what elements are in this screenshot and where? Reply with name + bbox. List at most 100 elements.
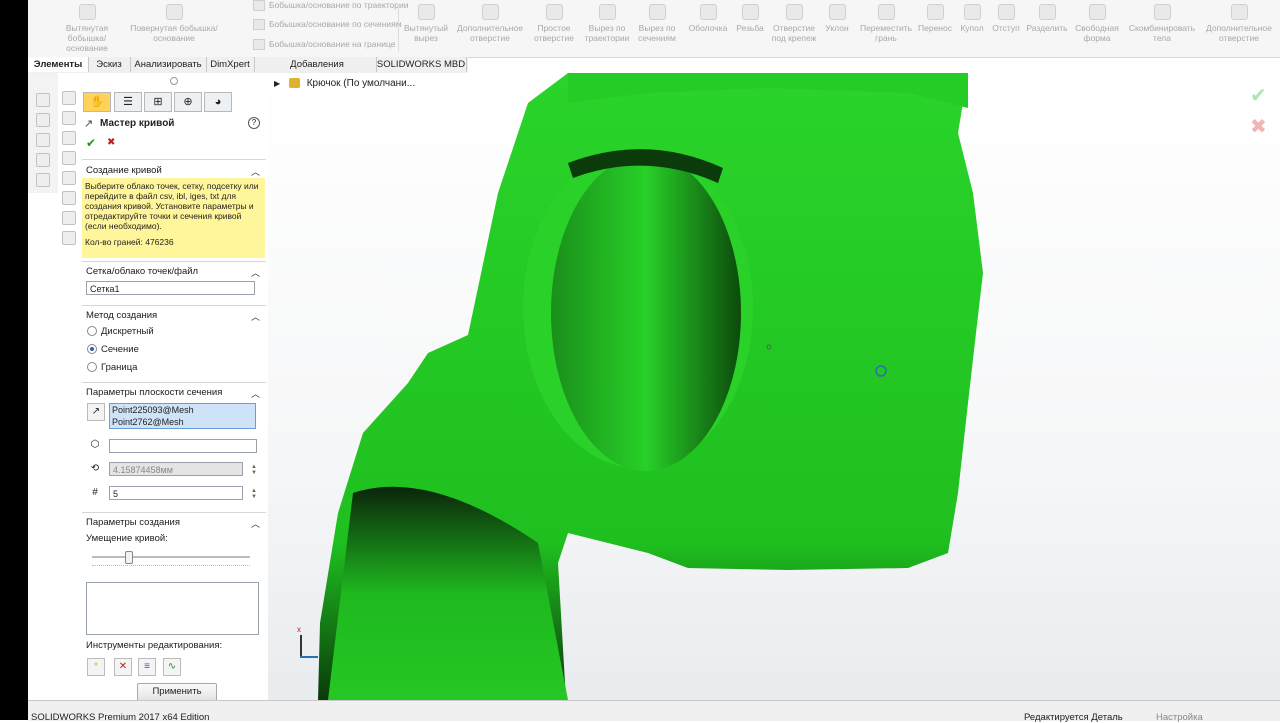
slider-thumb[interactable] [125,551,133,564]
radio-boundary[interactable]: Граница [87,362,137,373]
sketch-tool-icon[interactable] [36,153,50,167]
edit-curve-icon[interactable]: ∿ [163,658,181,676]
ribbon-indent[interactable]: Отступ [988,4,1024,33]
extrude-boss-icon [78,4,96,20]
distance-spinner[interactable]: ▲ ▼ [251,464,257,476]
ribbon-loft-boss[interactable]: Бобышка/основание по сечениям [253,19,402,31]
panel-side-icons [58,87,80,247]
ribbon-extrude-cut[interactable]: Вытянутый вырез [398,4,454,43]
sketch-tool-icon[interactable] [36,173,50,187]
section-method-header[interactable]: Метод создания ︿ [86,310,266,323]
tab-evaluate[interactable]: Анализировать [130,57,207,72]
status-bar: SOLIDWORKS Premium 2017 x64 Edition Реда… [28,700,1280,723]
message-text: Выберите облако точек, сетку, подсетку и… [85,181,259,231]
ribbon-move-copy[interactable]: Перенос [916,4,954,33]
chevron-up-icon[interactable]: ︿ [251,266,260,279]
ribbon-boundary-boss[interactable]: Бобышка/основание на границе [253,39,395,51]
tab-feature-manager[interactable]: ✋ [83,92,111,112]
lofted-cut-icon [648,4,666,20]
tab-display-manager[interactable]: ◕ [204,92,232,112]
tabs-overflow: Добавления SOLIDWORKS SOLIDWORKS MBD [256,57,468,85]
section-mesh-header[interactable]: Сетка/облако точек/файл ︿ [86,266,266,279]
ribbon-split[interactable]: Разделить [1024,4,1070,33]
mesh-model[interactable] [268,73,1280,700]
ribbon-extrude-boss[interactable]: Вытянутая бобышка/основание [48,4,126,53]
ribbon-hole-wizard-2[interactable]: Дополнительное отверстие [1200,4,1278,43]
ribbon-combine[interactable]: Скомбинировать тела [1124,4,1200,43]
sketch-tool-icon[interactable] [36,133,50,147]
revolve-boss-icon [165,4,183,20]
ribbon-thread[interactable]: Резьба [732,4,768,33]
tab-features[interactable]: Элементы [28,57,89,72]
ok-button[interactable]: ✔ [86,136,96,150]
delete-point-icon[interactable]: ✕ [114,658,132,676]
sketch-tool-icon[interactable] [36,93,50,107]
section-params-header[interactable]: Параметры создания ︿ [86,517,266,530]
tab-addins[interactable]: Добавления SOLIDWORKS [258,57,377,85]
faces-count: Кол-во граней: 476236 [85,237,174,247]
ribbon-simple-hole[interactable]: Простое отверстие [530,4,578,43]
ribbon-revolve-boss[interactable]: Повернутая бобышка/основание [128,4,220,43]
point-item[interactable]: Point225093@Mesh [112,404,255,416]
distance-input[interactable]: 4.15874458мм [109,462,243,476]
ribbon-fastener-hole[interactable]: Отверстие под крепеж [768,4,820,43]
ribbon-hole-wizard[interactable]: Дополнительное отверстие [454,4,526,43]
ribbon-swept-cut[interactable]: Вырез по траектории [582,4,632,43]
indent-icon [997,4,1015,20]
status-editing: Редактируется Деталь [1024,712,1123,723]
split-icon [1038,4,1056,20]
sketch-tool-icon[interactable] [36,113,50,127]
feature-icon[interactable] [62,171,76,185]
ribbon-freeform[interactable]: Свободная форма [1072,4,1122,43]
loft-boss-icon [253,19,265,31]
section-create-header[interactable]: Создание кривой ︿ [86,165,266,178]
feature-icon[interactable] [62,151,76,165]
tab-dimxpert[interactable]: DimXpert [206,57,255,72]
radio-section[interactable]: Сечение [87,344,139,355]
help-button[interactable]: ? [248,117,260,129]
feature-icon[interactable] [62,131,76,145]
ribbon-lofted-cut[interactable]: Вырез по сечениям [632,4,682,43]
tab-mbd[interactable]: SOLIDWORKS MBD [376,57,467,72]
feature-icon[interactable] [62,191,76,205]
feature-icon[interactable] [62,111,76,125]
ribbon-dome[interactable]: Купол [956,4,988,33]
fit-slider[interactable] [92,551,250,564]
left-tool-strip [28,73,59,193]
point-item[interactable]: Point2762@Mesh [112,416,255,428]
chevron-up-icon[interactable]: ︿ [251,310,260,323]
direction-icon[interactable]: ↗ [87,403,105,421]
add-point-icon[interactable]: ⁺ [87,658,105,676]
radio-discrete[interactable]: Дискретный [87,326,154,337]
cancel-button[interactable]: ✖ [107,137,115,148]
divider [82,159,266,160]
chevron-up-icon[interactable]: ︿ [251,387,260,400]
points-list[interactable]: Point225093@Mesh Point2762@Mesh [109,403,256,429]
ribbon-draft[interactable]: Уклон [820,4,854,33]
ribbon-shell[interactable]: Оболочка [684,4,732,33]
graphics-viewport[interactable]: ▶ Крючок (По умолчани... ⧉ – □ ✔ ✖ [268,73,1280,700]
count-spinner[interactable]: ▲ ▼ [251,488,257,500]
plane-input[interactable] [109,439,257,453]
tab-property-manager[interactable]: ☰ [114,92,142,112]
feature-icon[interactable] [62,211,76,225]
status-customize[interactable]: Настройка [1156,712,1203,723]
tab-sketch[interactable]: Эскиз [88,57,131,72]
plane-icon[interactable]: ⬡ [87,437,103,453]
move-copy-icon [926,4,944,20]
feature-icon[interactable] [62,91,76,105]
section-plane-header[interactable]: Параметры плоскости сечения ︿ [86,387,266,400]
crosshair-icon: ⊕ [183,96,193,108]
chevron-up-icon[interactable]: ︿ [251,165,260,178]
chevron-up-icon[interactable]: ︿ [251,517,260,530]
tab-config-manager[interactable]: ⊞ [144,92,172,112]
count-input[interactable]: 5 [109,486,243,500]
apply-button[interactable]: Применить [137,683,217,701]
tools-label: Инструменты редактирования: [86,640,223,651]
insert-section-icon[interactable]: ≡ [138,658,156,676]
tab-dimxpert-manager[interactable]: ⊕ [174,92,202,112]
mesh-input[interactable]: Сетка1 [86,281,255,295]
ribbon-move-face[interactable]: Переместить грань [856,4,916,43]
ribbon-swept-boss[interactable]: Бобышка/основание по траектории [253,0,409,12]
feature-icon[interactable] [62,231,76,245]
